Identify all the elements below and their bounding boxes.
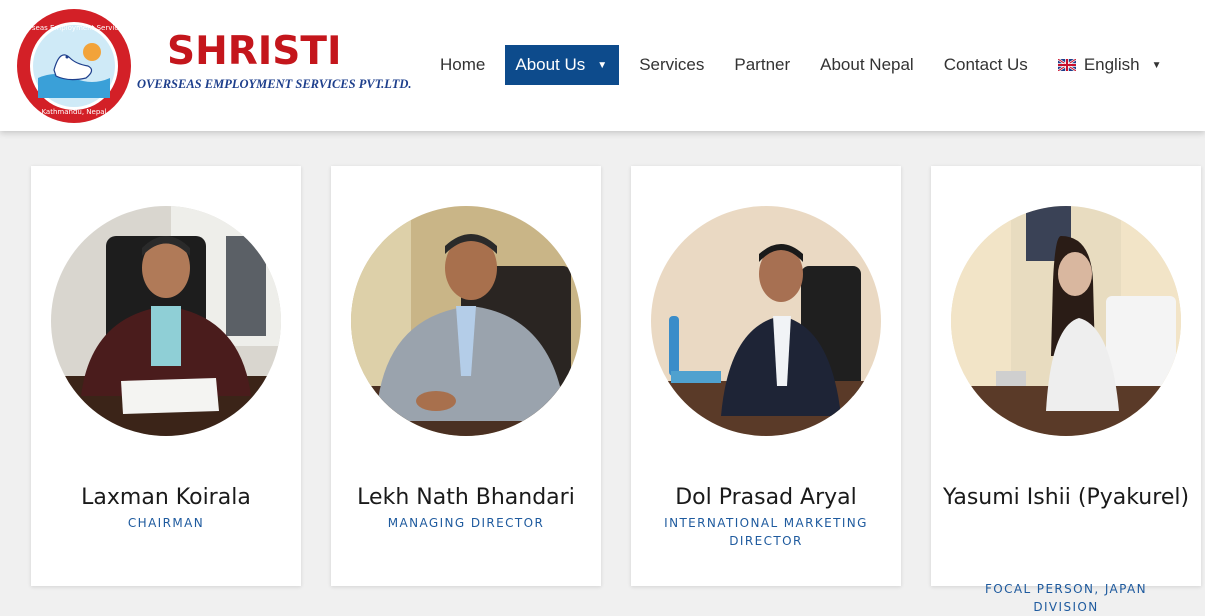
nav-about-nepal-label: About Nepal bbox=[820, 55, 914, 74]
member-name: Laxman Koirala bbox=[81, 485, 251, 510]
nav-contact-us-label: Contact Us bbox=[943, 55, 1028, 74]
nav-about-us[interactable]: About Us ▼ bbox=[505, 45, 620, 85]
member-photo bbox=[651, 206, 881, 436]
company-seal-logo[interactable]: Shristi Overseas Employment Services Pvt… bbox=[16, 8, 132, 124]
caret-down-icon: ▼ bbox=[597, 59, 608, 71]
seal-top-text: Shristi Overseas Employment Services Pvt… bbox=[16, 24, 132, 32]
nav-home-label: Home bbox=[440, 55, 486, 74]
nav-services[interactable]: Services bbox=[629, 45, 714, 85]
member-role: INTERNATIONAL MARKETING DIRECTOR bbox=[664, 516, 868, 548]
nav-home[interactable]: Home bbox=[430, 45, 495, 85]
member-role: FOCAL PERSON, JAPAN DIVISION bbox=[984, 582, 1148, 614]
nav-services-label: Services bbox=[639, 55, 705, 74]
site-header: Shristi Overseas Employment Services Pvt… bbox=[0, 0, 1205, 131]
team-card: Yasumi Ishii (Pyakurel) FOCAL PERSON, JA… bbox=[931, 166, 1201, 614]
brand-subtitle[interactable]: OVERSEAS EMPLOYMENT SERVICES PVT.LTD. bbox=[137, 78, 412, 91]
seal-bottom-text: Kathmandu, Nepal bbox=[41, 108, 106, 116]
language-selector[interactable]: English ▼ bbox=[1048, 45, 1172, 85]
nav-partner-label: Partner bbox=[734, 55, 791, 74]
team-card: Dol Prasad Aryal INTERNATIONAL MARKETING… bbox=[631, 166, 901, 586]
main-nav: Home About Us ▼ Services Partner About Ne… bbox=[430, 45, 1181, 85]
team-card: Laxman Koirala CHAIRMAN bbox=[31, 166, 301, 586]
member-name: Dol Prasad Aryal bbox=[675, 485, 857, 510]
nav-contact-us[interactable]: Contact Us bbox=[934, 45, 1038, 85]
member-photo bbox=[351, 206, 581, 436]
brand-name[interactable]: SHRISTI bbox=[167, 32, 341, 71]
nav-about-us-label: About Us bbox=[515, 55, 586, 74]
member-photo bbox=[951, 206, 1181, 436]
member-photo bbox=[51, 206, 281, 436]
team-section: Laxman Koirala CHAIRMAN Lekh Nath Bhanda… bbox=[0, 131, 1205, 614]
member-role: CHAIRMAN bbox=[127, 516, 205, 530]
caret-down-icon: ▼ bbox=[1151, 59, 1162, 71]
uk-flag-icon bbox=[1057, 59, 1076, 71]
member-role: MANAGING DIRECTOR bbox=[387, 516, 545, 530]
language-label: English bbox=[1083, 55, 1140, 74]
nav-about-nepal[interactable]: About Nepal bbox=[810, 45, 924, 85]
member-name: Lekh Nath Bhandari bbox=[357, 485, 575, 510]
member-name: Yasumi Ishii (Pyakurel) bbox=[942, 485, 1190, 510]
team-card: Lekh Nath Bhandari MANAGING DIRECTOR bbox=[331, 166, 601, 586]
nav-partner[interactable]: Partner bbox=[724, 45, 800, 85]
